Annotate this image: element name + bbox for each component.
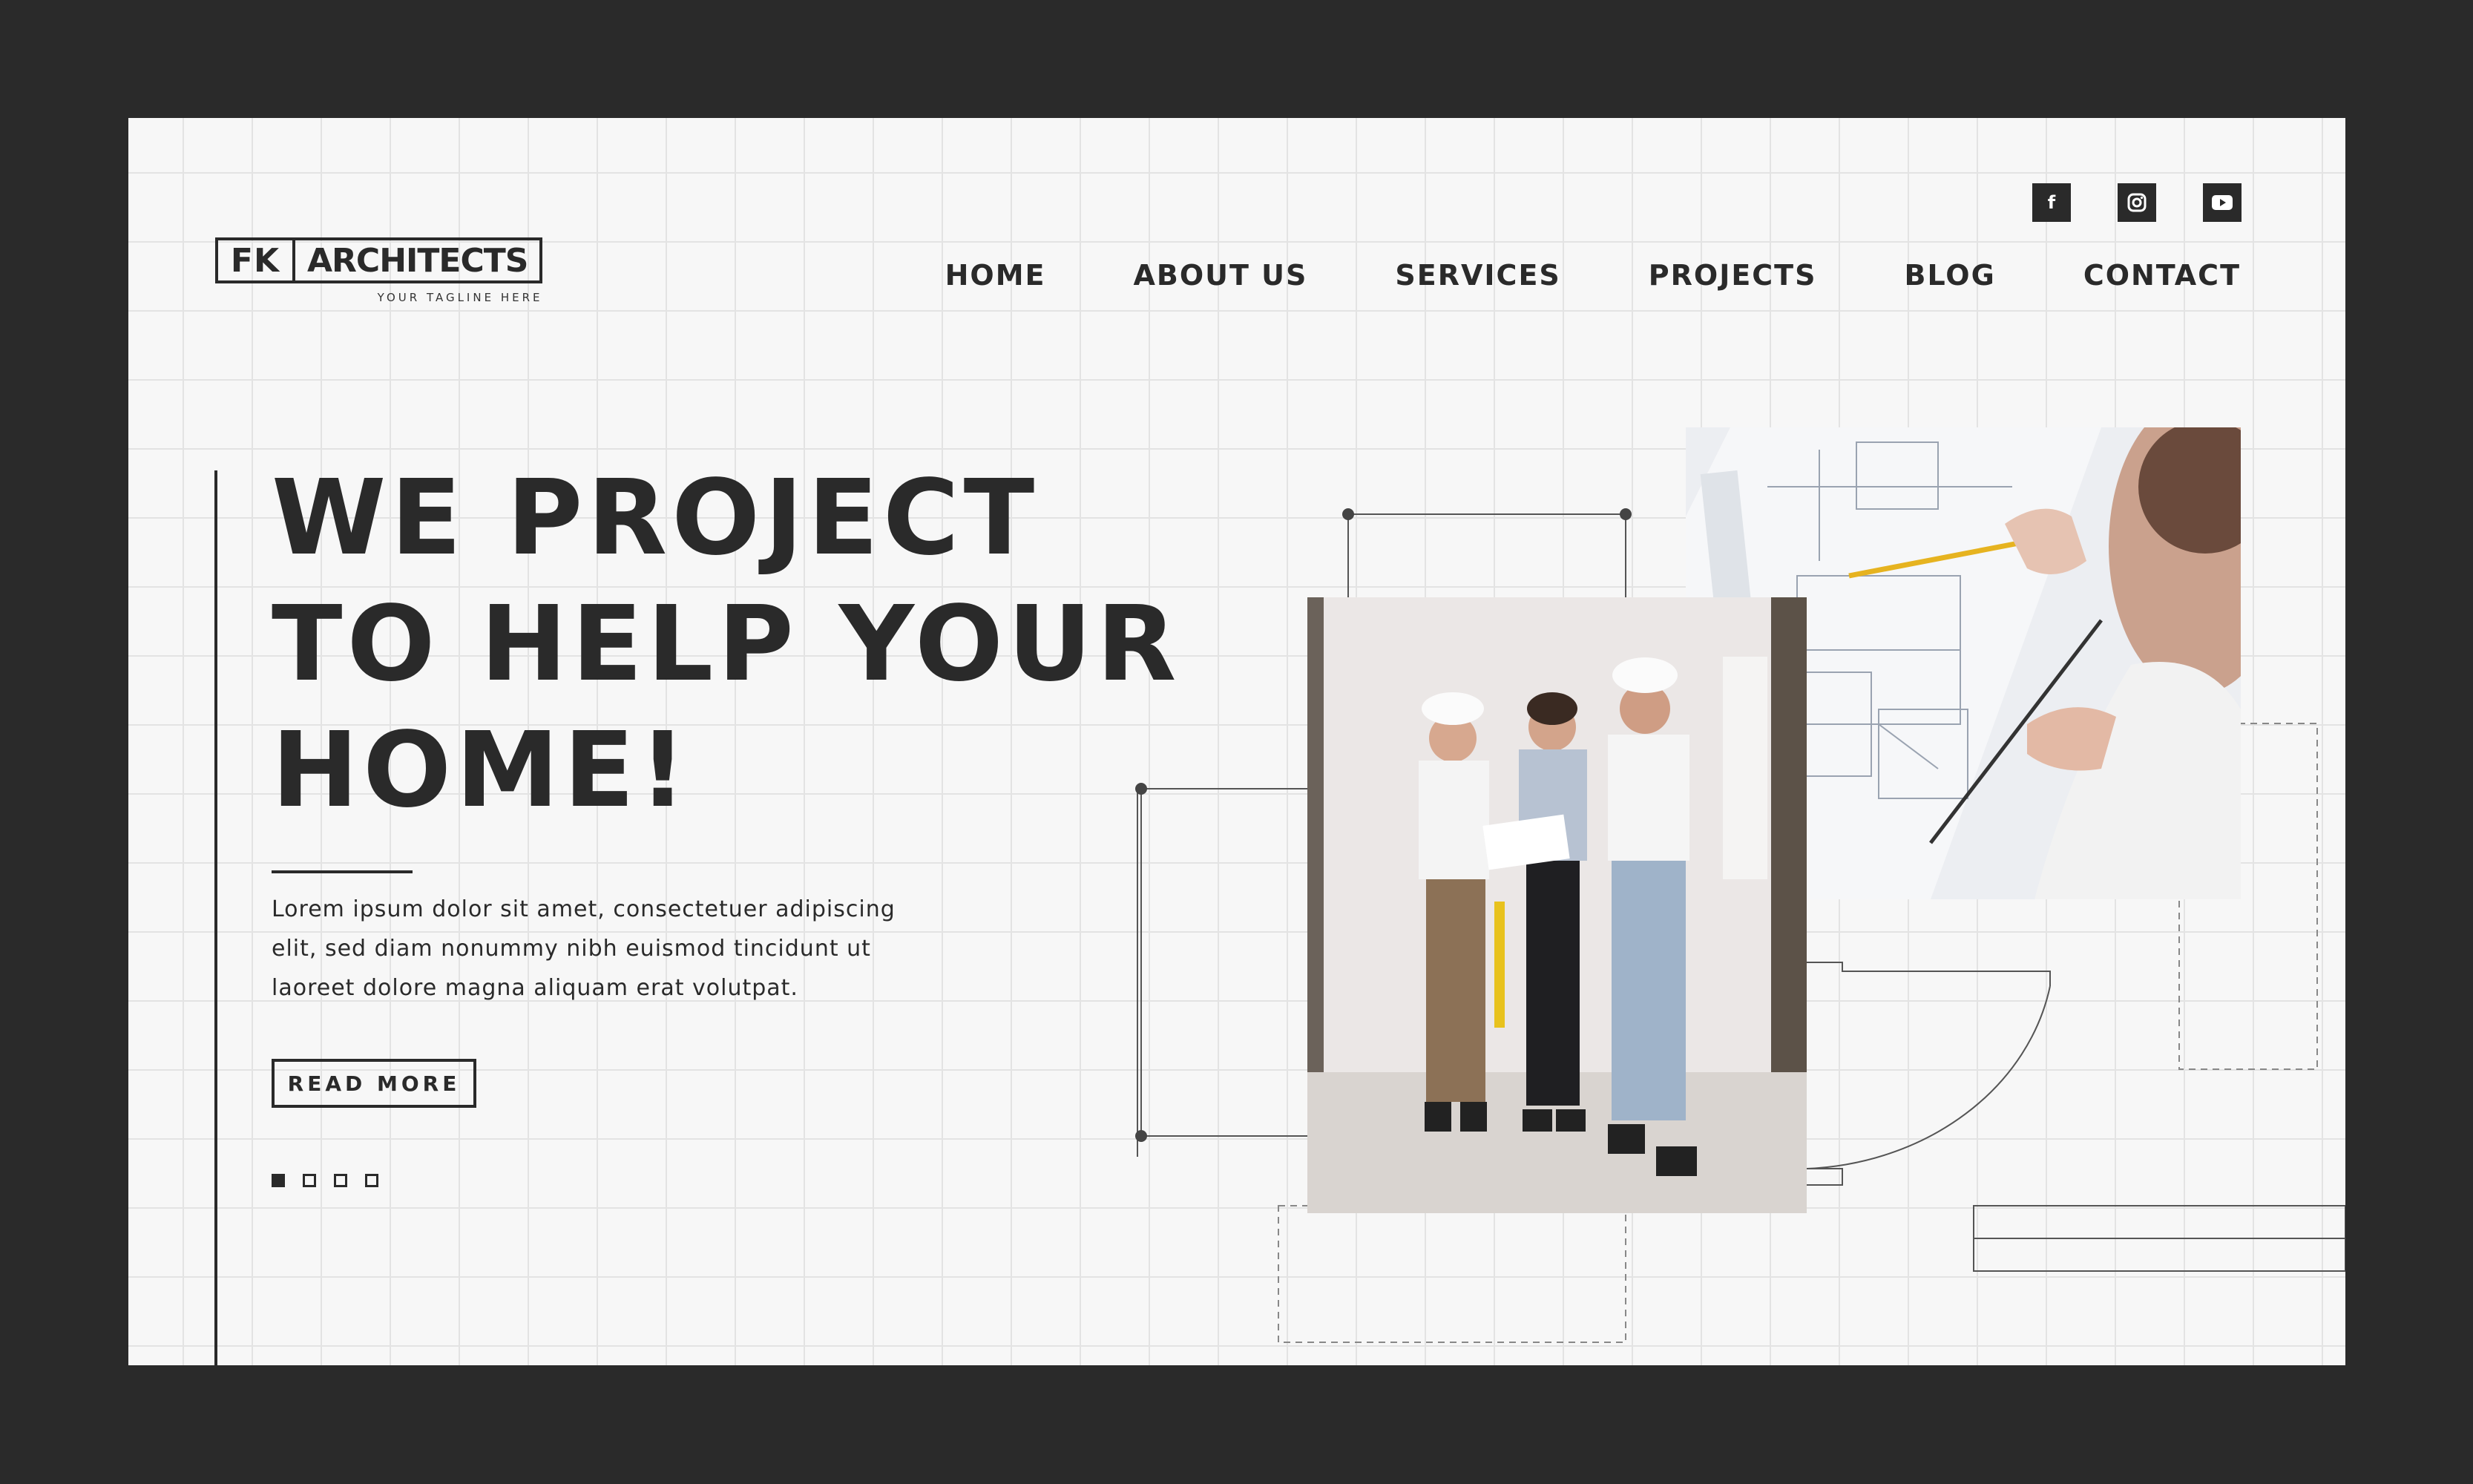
headline-rule [272,870,413,873]
main-nav: HOME ABOUT US SERVICES PROJECTS BLOG CON… [858,259,2241,292]
instagram-icon[interactable] [2118,183,2156,222]
slide-dot-2[interactable] [303,1174,316,1187]
headline-line-3: HOME! [272,710,691,831]
logo-name: ARCHITECTS [307,241,528,280]
landing-page: FK ARCHITECTS YOUR TAGLINE HERE f HOME A… [128,118,2345,1365]
instagram-glyph [2127,193,2147,212]
headline-line-2: TO HELP YOUR [272,584,1181,705]
read-more-button[interactable]: READ MORE [272,1059,476,1108]
slide-dot-1[interactable] [272,1174,285,1187]
facebook-icon[interactable]: f [2032,183,2071,222]
slide-dot-3[interactable] [334,1174,347,1187]
nav-about-us[interactable]: ABOUT US [1134,259,1308,292]
social-links: f [2032,183,2242,222]
youtube-glyph [2212,195,2233,210]
nav-contact[interactable]: CONTACT [2083,259,2241,292]
vertical-divider [214,470,217,1365]
nav-blog[interactable]: BLOG [1904,259,1995,292]
nav-services[interactable]: SERVICES [1395,259,1560,292]
logo-initials: FK [218,240,295,280]
logo-box: FK ARCHITECTS [215,237,543,283]
hero-headline: WE PROJECT TO HELP YOUR HOME! [272,456,1181,834]
hero-body-text: Lorem ipsum dolor sit amet, consectetuer… [272,896,896,1001]
youtube-icon[interactable] [2203,183,2242,222]
nav-projects[interactable]: PROJECTS [1649,259,1817,292]
brand-logo[interactable]: FK ARCHITECTS YOUR TAGLINE HERE [215,237,543,304]
headline-line-1: WE PROJECT [272,458,1040,579]
brand-tagline: YOUR TAGLINE HERE [377,291,543,304]
slide-dot-4[interactable] [365,1174,378,1187]
nav-home[interactable]: HOME [945,259,1046,292]
slider-pagination [272,1174,378,1187]
architects-team-photo [1307,597,1807,1213]
